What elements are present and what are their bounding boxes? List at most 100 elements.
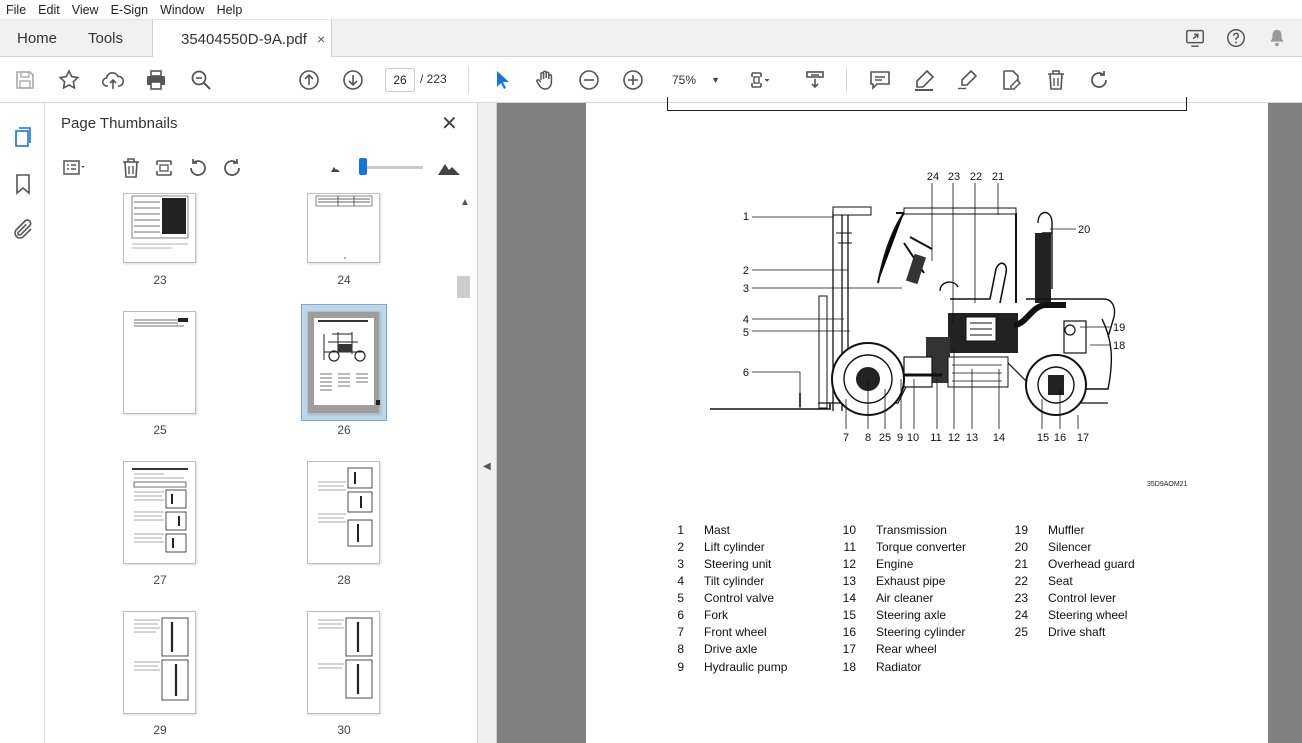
rotate-counterclockwise-icon[interactable] xyxy=(186,156,210,180)
legend-label: Drive shaft xyxy=(1048,625,1106,639)
thumbnail-page-23[interactable] xyxy=(123,193,196,263)
draw-pen-icon[interactable] xyxy=(955,68,979,92)
thumbnail-scrollbar[interactable]: ▲ xyxy=(455,193,475,743)
highlight-pen-icon[interactable] xyxy=(912,68,936,92)
menu-help[interactable]: Help xyxy=(211,3,249,17)
page-fit-icon[interactable] xyxy=(748,68,772,92)
tab-close-button[interactable]: × xyxy=(317,31,325,47)
legend-item: 15 Steering axle xyxy=(834,608,946,622)
legend-label: Control valve xyxy=(704,591,775,605)
scroll-up-arrow[interactable]: ▲ xyxy=(460,197,470,208)
legend-label: Hydraulic pump xyxy=(704,660,788,674)
scroll-mode-icon[interactable] xyxy=(803,68,827,92)
callout-1: 1 xyxy=(743,211,749,223)
zoom-in-icon[interactable] xyxy=(621,68,645,92)
upload-cloud-icon[interactable] xyxy=(101,68,125,92)
page-thumbnails-icon[interactable] xyxy=(11,125,35,149)
legend-label: Steering axle xyxy=(876,608,947,622)
bookmarks-icon[interactable] xyxy=(11,172,35,196)
thumbnail-page-30[interactable] xyxy=(307,611,380,714)
save-icon[interactable] xyxy=(13,68,37,92)
zoom-level-value: 75% xyxy=(672,73,697,87)
callout-7: 7 xyxy=(843,432,849,444)
tab-bar: Home Tools 35404550D-9A.pdf × xyxy=(0,20,1302,58)
slider-handle[interactable] xyxy=(359,158,367,175)
callout-11: 11 xyxy=(930,432,941,444)
panel-collapse-toggle[interactable]: ◀ xyxy=(478,103,497,743)
legend-number: 10 xyxy=(842,523,856,537)
callout-12: 12 xyxy=(948,432,960,444)
print-icon[interactable] xyxy=(144,68,168,92)
thumbnail-29-content xyxy=(134,617,189,701)
panel-close-button[interactable]: ✕ xyxy=(441,111,458,136)
legend-number: 16 xyxy=(842,625,856,639)
tab-home[interactable]: Home xyxy=(17,20,57,57)
thumbnail-page-24[interactable] xyxy=(307,193,380,263)
help-icon[interactable] xyxy=(1224,27,1248,51)
thumbnail-page-26[interactable] xyxy=(307,311,380,414)
zoom-out-icon[interactable] xyxy=(577,68,601,92)
legend-item: 24 Steering wheel xyxy=(1006,608,1128,622)
share-screen-icon[interactable] xyxy=(1183,27,1207,51)
thumbnail-list: 23 24 25 26 27 28 29 30 xyxy=(45,193,455,743)
menu-file[interactable]: File xyxy=(0,3,32,17)
callout-19: 19 xyxy=(1113,322,1125,334)
thumbnail-page-27[interactable] xyxy=(123,461,196,564)
edit-text-icon[interactable] xyxy=(999,68,1023,92)
legend-label: Lift cylinder xyxy=(704,540,765,554)
rotate-clockwise-icon[interactable] xyxy=(1087,68,1111,92)
scroll-thumb[interactable] xyxy=(457,276,470,298)
callout-6: 6 xyxy=(743,367,749,379)
legend-item: 2 Lift cylinder xyxy=(662,540,765,554)
next-page-icon[interactable] xyxy=(341,68,365,92)
legend-item: 8 Drive axle xyxy=(662,642,757,656)
legend-label: Torque converter xyxy=(876,540,967,554)
legend-item: 21 Overhead guard xyxy=(1006,557,1135,571)
tab-home-label: Home xyxy=(17,30,58,47)
legend-item: 7 Front wheel xyxy=(662,625,766,639)
thumbnail-page-25[interactable] xyxy=(123,311,196,414)
document-view[interactable]: 1 2 3 4 5 6 7 8 25 9 10 11 12 13 14 15 1… xyxy=(497,97,1302,743)
menu-view[interactable]: View xyxy=(66,3,105,17)
legend-label: Transmission xyxy=(876,523,947,537)
comment-icon[interactable] xyxy=(868,68,892,92)
panel-toolbar xyxy=(45,145,478,189)
callout-13: 13 xyxy=(966,432,978,444)
figure-code: 35D9AOM21 xyxy=(1147,481,1188,488)
notification-bell-icon[interactable] xyxy=(1265,27,1289,51)
delete-page-icon[interactable] xyxy=(119,156,143,180)
menu-window[interactable]: Window xyxy=(154,3,210,17)
legend-number: 18 xyxy=(842,660,856,674)
select-cursor-icon[interactable] xyxy=(490,68,514,92)
zoom-level-select[interactable]: 75% ▼ xyxy=(664,68,724,92)
legend-number: 20 xyxy=(1014,540,1028,554)
attachments-icon[interactable] xyxy=(11,218,35,242)
diagram-callouts: 1 2 3 4 5 6 7 8 25 9 10 11 12 13 14 15 1… xyxy=(743,171,1125,444)
legend-item: 9 Hydraulic pump xyxy=(662,660,787,674)
thumbnail-page-28[interactable] xyxy=(307,461,380,564)
thumbnail-25-content xyxy=(134,318,188,327)
thumbnail-page-29[interactable] xyxy=(123,611,196,714)
callout-5: 5 xyxy=(743,327,749,339)
extract-pages-icon[interactable] xyxy=(153,156,177,180)
legend-number: 15 xyxy=(842,608,856,622)
thumbnail-options-icon[interactable] xyxy=(61,156,85,180)
page-total: / 223 xyxy=(420,72,447,86)
bookmark-star-icon[interactable] xyxy=(57,68,81,92)
hand-tool-icon[interactable] xyxy=(533,68,557,92)
rotate-clockwise-icon[interactable] xyxy=(220,156,244,180)
tab-document[interactable]: 35404550D-9A.pdf × xyxy=(152,20,332,58)
thumbnail-label-27: 27 xyxy=(153,573,167,587)
legend-number: 12 xyxy=(842,557,856,571)
thumbnail-size-slider[interactable] xyxy=(361,166,423,169)
menu-edit[interactable]: Edit xyxy=(32,3,66,17)
callout-22: 22 xyxy=(970,171,982,183)
legend-label: Muffler xyxy=(1048,523,1085,537)
zoom-search-icon[interactable] xyxy=(189,68,213,92)
tab-tools[interactable]: Tools xyxy=(88,20,123,57)
previous-page-icon[interactable] xyxy=(297,68,321,92)
page-number-input[interactable]: 26 xyxy=(385,68,415,92)
legend-item: 11 Torque converter xyxy=(834,540,967,554)
menu-esign[interactable]: E-Sign xyxy=(105,3,155,17)
delete-trash-icon[interactable] xyxy=(1044,68,1068,92)
